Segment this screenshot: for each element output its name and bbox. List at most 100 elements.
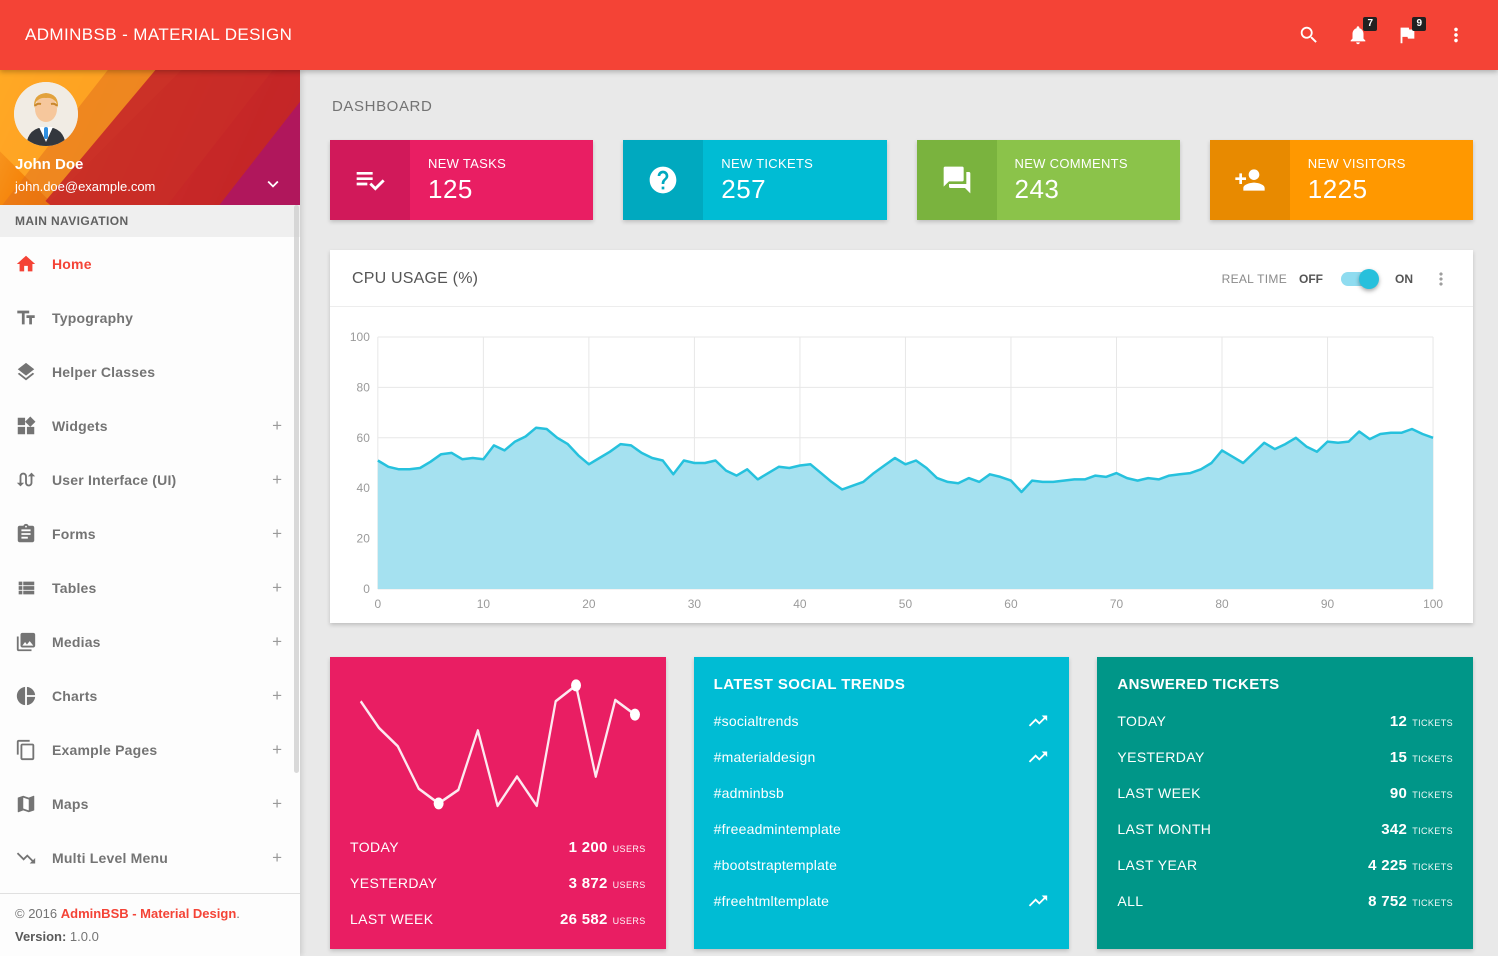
expand-plus-icon[interactable]: + <box>272 416 282 436</box>
svg-text:50: 50 <box>899 597 913 611</box>
stat-row-last-month: LAST MONTH342TICKETS <box>1117 811 1453 847</box>
stat-unit: TICKETS <box>1412 898 1453 908</box>
sidebar-item-widgets[interactable]: Widgets+ <box>0 399 300 453</box>
sidebar-item-label: Example Pages <box>52 742 272 758</box>
info-box-label: NEW COMMENTS <box>1015 156 1128 171</box>
svg-text:0: 0 <box>363 582 370 596</box>
expand-plus-icon[interactable]: + <box>272 686 282 706</box>
stat-label: LAST WEEK <box>350 911 433 927</box>
sidebar-item-label: Typography <box>52 310 282 326</box>
notifications-badge: 7 <box>1363 17 1377 31</box>
svg-text:80: 80 <box>357 380 371 394</box>
stat-unit: USERS <box>613 916 646 926</box>
stat-row-last-year: LAST YEAR4 225TICKETS <box>1117 847 1453 883</box>
stat-row-yesterday: YESTERDAY15TICKETS <box>1117 739 1453 775</box>
stat-value: 15 <box>1390 749 1407 766</box>
real-time-toggle[interactable] <box>1341 272 1377 286</box>
svg-text:40: 40 <box>793 597 807 611</box>
stat-value: 1 200 <box>569 839 608 856</box>
trend-item-adminbsb[interactable]: #adminbsb <box>714 775 1050 811</box>
trending-down-icon <box>15 847 37 869</box>
expand-plus-icon[interactable]: + <box>272 524 282 544</box>
trend-item-freeadmintemplate[interactable]: #freeadmintemplate <box>714 811 1050 847</box>
sidebar-item-helper-classes[interactable]: Helper Classes <box>0 345 300 399</box>
svg-text:20: 20 <box>582 597 596 611</box>
copy-icon <box>15 739 37 761</box>
sidebar-scrollbar[interactable] <box>294 205 299 773</box>
info-box-value: 1225 <box>1308 174 1406 205</box>
trending-up-icon <box>1027 746 1049 768</box>
stat-value: 342 <box>1381 821 1407 838</box>
search-icon[interactable] <box>1298 24 1320 46</box>
svg-text:40: 40 <box>357 481 371 495</box>
sidebar-item-multi-level-menu[interactable]: Multi Level Menu+ <box>0 831 300 885</box>
sidebar-item-label: Tables <box>52 580 272 596</box>
assignment-icon <box>15 523 37 545</box>
svg-text:10: 10 <box>477 597 491 611</box>
trend-tag: #socialtrends <box>714 713 799 729</box>
info-box-label: NEW TASKS <box>428 156 506 171</box>
layers-icon <box>15 361 37 383</box>
trending-up-icon <box>1027 890 1049 912</box>
trend-item-bootstraptemplate[interactable]: #bootstraptemplate <box>714 847 1050 883</box>
svg-text:60: 60 <box>357 431 371 445</box>
home-icon <box>15 253 37 275</box>
stat-unit: USERS <box>613 880 646 890</box>
trend-tag: #materialdesign <box>714 749 816 765</box>
trend-item-freehtmltemplate[interactable]: #freehtmltemplate <box>714 883 1050 919</box>
sidebar-item-user-interface-ui[interactable]: User Interface (UI)+ <box>0 453 300 507</box>
sidebar: John Doe john.doe@example.com MAIN NAVIG… <box>0 70 300 956</box>
sidebar-item-medias[interactable]: Medias+ <box>0 615 300 669</box>
stat-row-yesterday: YESTERDAY3 872USERS <box>350 865 646 901</box>
flag-icon[interactable]: 9 <box>1396 24 1418 46</box>
sidebar-item-example-pages[interactable]: Example Pages+ <box>0 723 300 777</box>
sidebar-item-maps[interactable]: Maps+ <box>0 777 300 831</box>
expand-plus-icon[interactable]: + <box>272 848 282 868</box>
sidebar-item-tables[interactable]: Tables+ <box>0 561 300 615</box>
expand-plus-icon[interactable]: + <box>272 470 282 490</box>
sidebar-item-charts[interactable]: Charts+ <box>0 669 300 723</box>
sidebar-item-label: Home <box>52 256 282 272</box>
avatar[interactable] <box>14 82 78 146</box>
sidebar-menu: HomeTypographyHelper ClassesWidgets+User… <box>0 237 300 885</box>
sidebar-item-label: Helper Classes <box>52 364 282 380</box>
info-boxes-row: NEW TASKS125NEW TICKETS257NEW COMMENTS24… <box>330 140 1473 220</box>
map-icon <box>15 793 37 815</box>
trend-item-materialdesign[interactable]: #materialdesign <box>714 739 1050 775</box>
stat-label: TODAY <box>350 839 399 855</box>
cpu-card-title: CPU USAGE (%) <box>352 270 478 288</box>
stat-value: 90 <box>1390 785 1407 802</box>
info-box-label: NEW TICKETS <box>721 156 813 171</box>
stat-label: TODAY <box>1117 713 1166 729</box>
more-vert-icon[interactable] <box>1445 24 1467 46</box>
person-add-icon <box>1210 140 1290 220</box>
trend-item-socialtrends[interactable]: #socialtrends <box>714 703 1050 739</box>
sidebar-item-label: Forms <box>52 526 272 542</box>
expand-plus-icon[interactable]: + <box>272 578 282 598</box>
brand-link[interactable]: AdminBSB - Material Design <box>61 906 237 921</box>
stat-unit: TICKETS <box>1412 754 1453 764</box>
sidebar-item-typography[interactable]: Typography <box>0 291 300 345</box>
sidebar-item-home[interactable]: Home <box>0 237 300 291</box>
sidebar-footer: © 2016 AdminBSB - Material Design. Versi… <box>0 893 300 956</box>
expand-plus-icon[interactable]: + <box>272 740 282 760</box>
chevron-down-icon[interactable] <box>262 173 284 195</box>
help-icon <box>623 140 703 220</box>
svg-text:30: 30 <box>688 597 702 611</box>
notifications-icon[interactable]: 7 <box>1347 24 1369 46</box>
svg-text:100: 100 <box>1423 597 1443 611</box>
info-box-new-visitors: NEW VISITORS 1225 <box>1210 140 1473 220</box>
card-menu-icon[interactable] <box>1431 269 1451 289</box>
toggle-on-label: ON <box>1395 272 1413 286</box>
stat-label: LAST WEEK <box>1117 785 1200 801</box>
expand-plus-icon[interactable]: + <box>272 632 282 652</box>
expand-plus-icon[interactable]: + <box>272 794 282 814</box>
cpu-card-header: CPU USAGE (%) REAL TIME OFF ON <box>330 250 1473 307</box>
info-box-label: NEW VISITORS <box>1308 156 1406 171</box>
sidebar-item-forms[interactable]: Forms+ <box>0 507 300 561</box>
stat-row-last-week: LAST WEEK90TICKETS <box>1117 775 1453 811</box>
trend-tag: #adminbsb <box>714 785 784 801</box>
swap-calls-icon <box>15 469 37 491</box>
visitors-sparkline-chart <box>330 657 666 821</box>
sidebar-item-label: Widgets <box>52 418 272 434</box>
